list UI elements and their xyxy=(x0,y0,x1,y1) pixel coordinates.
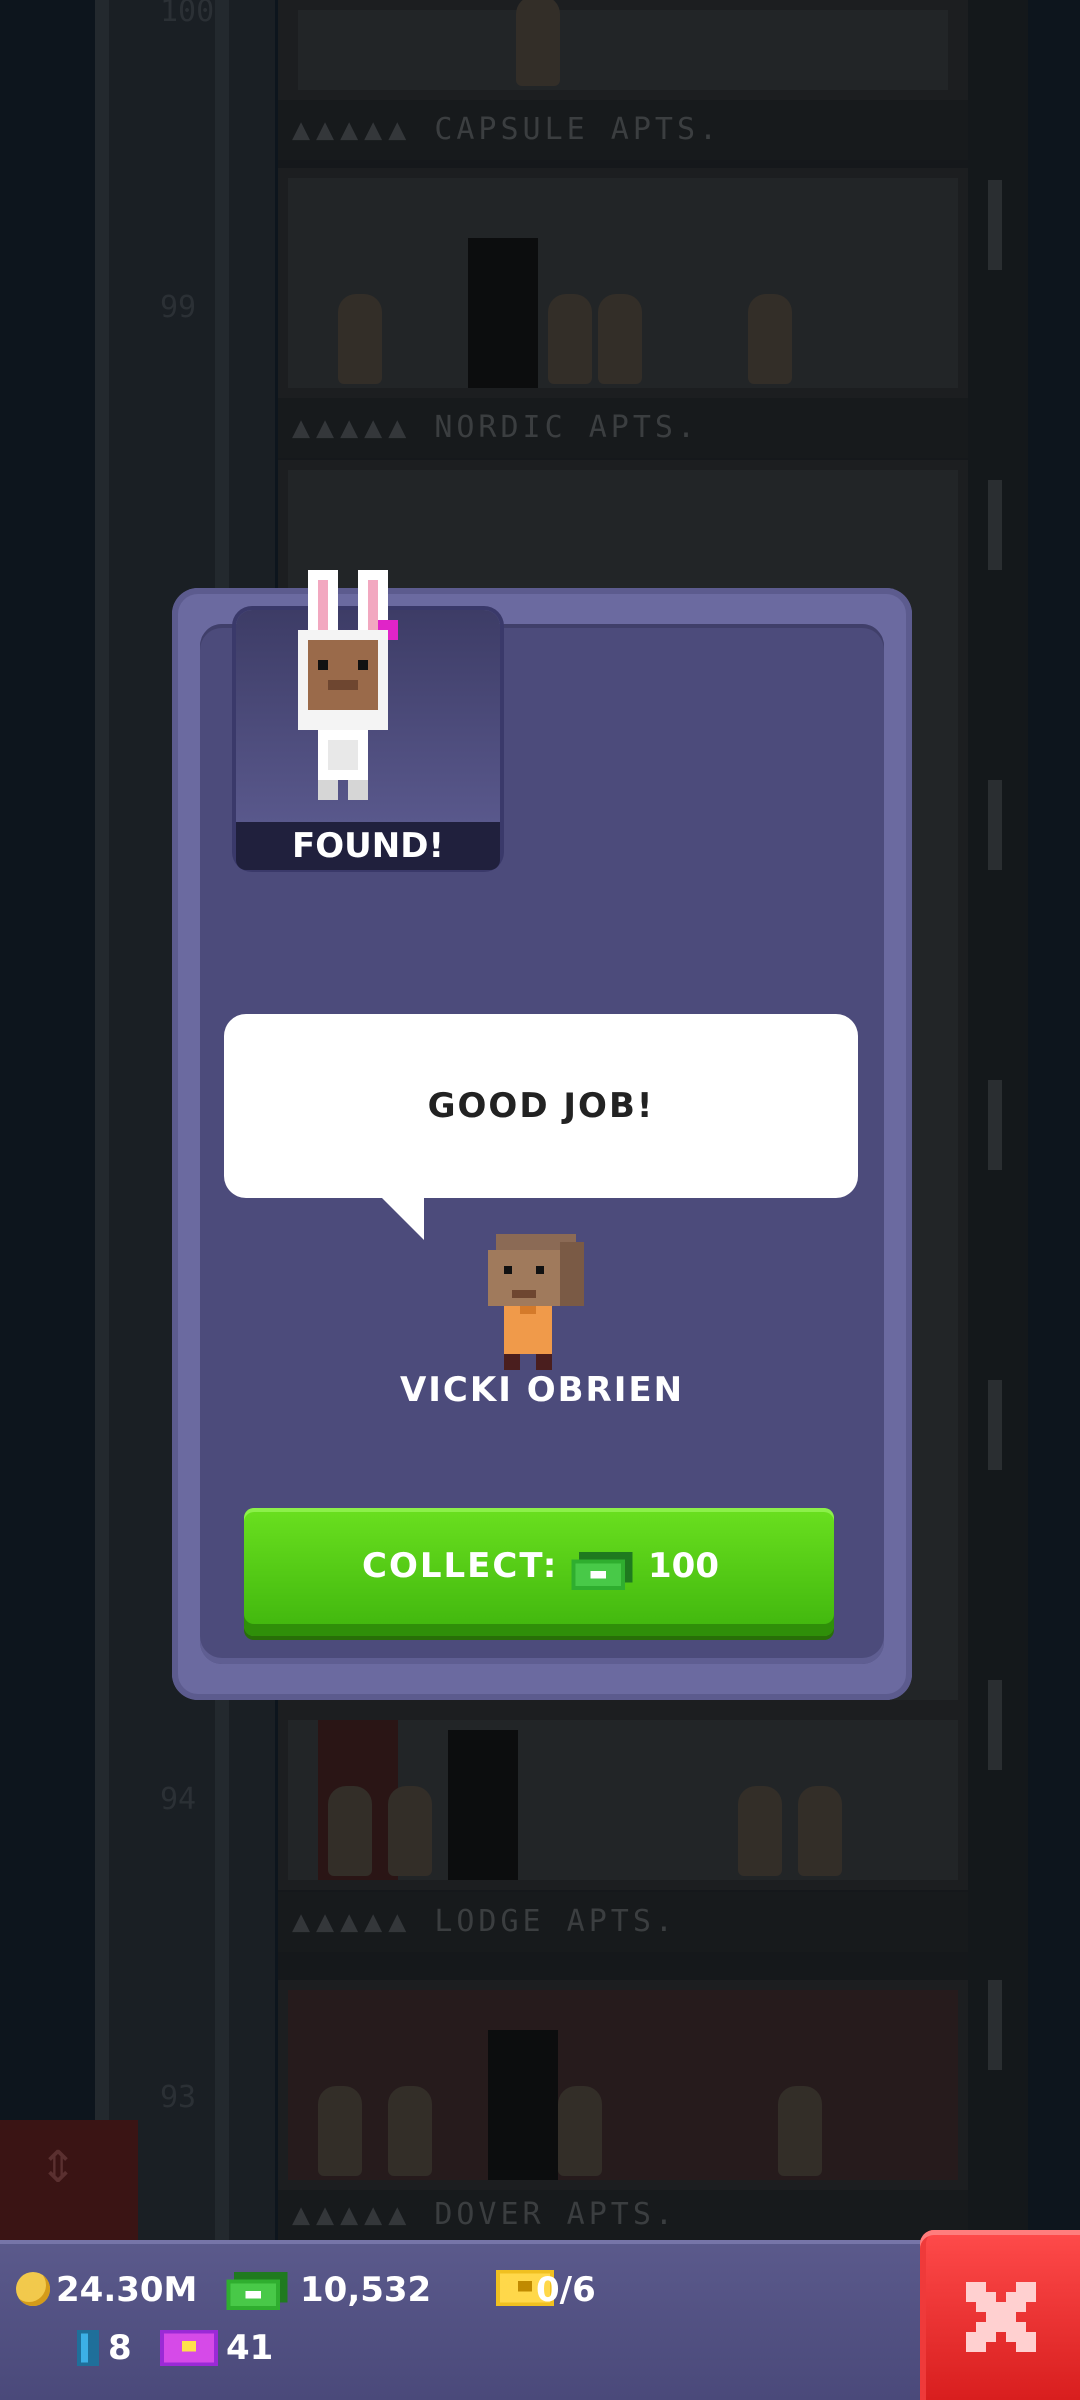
close-icon xyxy=(966,2282,1036,2352)
up-down-arrows-icon: ⇕ xyxy=(40,2127,77,2197)
vip-count: 41 xyxy=(226,2328,274,2368)
speech-bubble: GOOD JOB! xyxy=(224,1014,858,1198)
keys-count: 8 xyxy=(108,2328,132,2368)
coins-count: 24.30M xyxy=(56,2270,198,2310)
bitizen-name: VICKI OBRIEN xyxy=(399,1370,685,1410)
bunny-costume-bitizen-icon xyxy=(298,570,398,800)
floor-room xyxy=(278,168,968,398)
floor-room xyxy=(278,0,968,100)
close-button[interactable] xyxy=(920,2230,1080,2400)
speech-text: GOOD JOB! xyxy=(427,1086,655,1126)
floor-number: 94 xyxy=(160,1782,197,1817)
floor-room xyxy=(278,1980,968,2190)
tower-bux-icon xyxy=(571,1552,633,1590)
floor-number: 93 xyxy=(160,2080,197,2115)
tower-bux-icon xyxy=(226,2272,288,2310)
coin-icon xyxy=(16,2272,50,2306)
found-label: FOUND! xyxy=(236,822,500,870)
vip-ticket-icon xyxy=(160,2330,218,2366)
collect-label: COLLECT: xyxy=(362,1546,559,1586)
bux-count: 10,532 xyxy=(300,2270,432,2310)
tickets-count: 0/6 xyxy=(536,2270,596,2310)
bitizen-avatar xyxy=(488,1234,584,1370)
floor-label: ▲▲▲▲▲ NORDIC APTS. xyxy=(278,398,968,458)
floor-label: ▲▲▲▲▲ DOVER APTS. xyxy=(278,2190,968,2240)
floor-room xyxy=(278,1710,968,1890)
collect-button[interactable]: COLLECT: 100 xyxy=(244,1508,834,1636)
key-icon xyxy=(77,2330,99,2366)
scaffold-rail xyxy=(95,0,109,2240)
floor-label: ▲▲▲▲▲ LODGE APTS. xyxy=(278,1892,968,1952)
tower-edge xyxy=(968,0,1028,2240)
speech-bubble-tail xyxy=(380,1196,424,1240)
collect-amount: 100 xyxy=(648,1546,719,1586)
floor-label: ▲▲▲▲▲ CAPSULE APTS. xyxy=(278,100,968,160)
found-portrait: FOUND! xyxy=(236,570,500,870)
elevator-button[interactable]: ⇕ xyxy=(0,2120,138,2240)
floor-number: 100 xyxy=(160,0,215,29)
floor-number: 99 xyxy=(160,290,197,325)
status-bar xyxy=(0,2240,940,2400)
